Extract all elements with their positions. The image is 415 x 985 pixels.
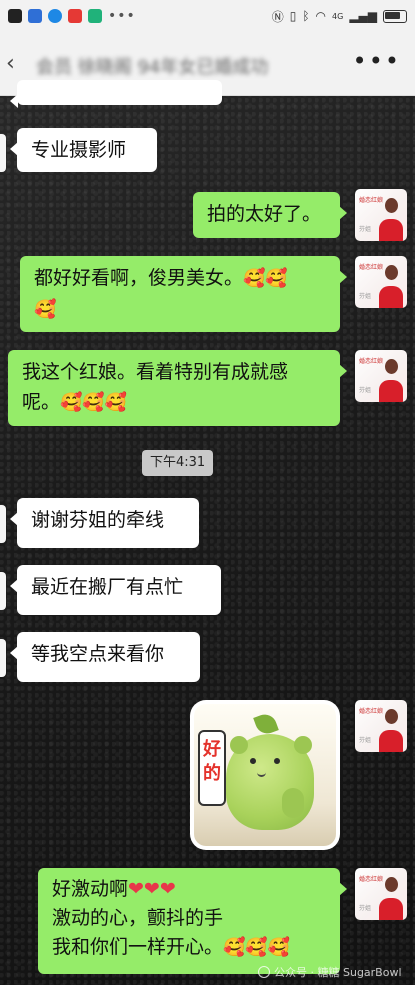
- status-left-icons: •••: [8, 8, 136, 24]
- more-button[interactable]: •••: [353, 47, 401, 75]
- message-emoji: 🥰: [34, 299, 57, 320]
- heart-emoji: ❤❤❤: [128, 878, 176, 900]
- avatar[interactable]: 婚恋红娘 芬姐: [355, 256, 407, 308]
- avatar-text: 婚恋红娘: [359, 264, 384, 271]
- avatar-text: 婚恋红娘: [359, 708, 384, 715]
- sticker-sign: 好的: [198, 730, 226, 806]
- notes-icon: [28, 9, 42, 23]
- message-bubble[interactable]: 拍的太好了。: [193, 192, 347, 238]
- wifi-icon: ◠: [315, 9, 327, 23]
- message-bubble[interactable]: 我这个红娘。看着特别有成就感 呢。🥰🥰🥰: [8, 350, 347, 426]
- timestamp: 下午4:31: [142, 450, 214, 476]
- chat-title: 会员 徐晓阁 94年女已婚成功: [36, 57, 269, 78]
- message-text: 激动的心，颤抖的手: [52, 907, 224, 929]
- message-bubble[interactable]: 等我空点来看你: [10, 632, 200, 682]
- avatar-stub: [0, 134, 6, 172]
- avatar-text: 婚恋红娘: [359, 197, 384, 204]
- avatar[interactable]: 婚恋红娘 芬姐: [355, 700, 407, 752]
- more-notifications-icon: •••: [108, 8, 136, 24]
- shield-app-icon: [88, 9, 102, 23]
- avatar[interactable]: 婚恋红娘 芬姐: [355, 868, 407, 920]
- avatar-stub: [0, 572, 6, 610]
- nfc-icon: Ⓝ: [271, 9, 284, 24]
- avatar-stub: [0, 505, 6, 543]
- network-type: 4G: [332, 11, 344, 21]
- message-bubble[interactable]: 最近在搬厂有点忙: [10, 565, 221, 615]
- message-bubble[interactable]: 专业摄影师: [10, 128, 157, 172]
- sticker-message[interactable]: 好的: [190, 700, 340, 850]
- message-emoji: 🥰🥰🥰: [60, 392, 128, 413]
- message-text: 等我空点来看你: [31, 643, 165, 665]
- avatar-name: 芬姐: [359, 387, 372, 394]
- message-text: 好激动啊: [52, 878, 129, 900]
- message-emoji: 🥰🥰🥰: [223, 937, 291, 958]
- avatar-name: 芬姐: [359, 905, 372, 912]
- bluetooth-icon: ᛒ: [302, 9, 310, 23]
- message-bubble[interactable]: 都好好看啊，俊男美女。🥰🥰 🥰: [20, 256, 347, 332]
- message-text: 我这个红娘。看着特别有成就感: [22, 361, 289, 383]
- red-app-icon: [68, 9, 82, 23]
- message-text: 谢谢芬姐的牵线: [31, 509, 165, 531]
- avatar[interactable]: 婚恋红娘 芬姐: [355, 350, 407, 402]
- avatar-name: 芬姐: [359, 737, 372, 744]
- status-bar: ••• Ⓝ ▯ ᛒ ◠ 4G ▂▄▆: [0, 0, 415, 32]
- partial-message-bubble[interactable]: [10, 80, 222, 108]
- message-text: 最近在搬厂有点忙: [31, 576, 184, 598]
- message-bubble[interactable]: 好激动啊❤❤❤ 激动的心，颤抖的手 我和你们一样开心。🥰🥰🥰: [38, 868, 347, 974]
- browser-icon: [48, 9, 62, 23]
- message-emoji: 🥰🥰: [243, 268, 288, 289]
- battery-icon: [383, 9, 407, 23]
- back-icon[interactable]: ‹: [6, 51, 15, 76]
- message-text: 拍的太好了。: [207, 203, 322, 225]
- vibrate-icon: ▯: [289, 9, 297, 23]
- avatar[interactable]: 婚恋红娘 芬姐: [355, 189, 407, 241]
- message-bubble[interactable]: 谢谢芬姐的牵线: [10, 498, 199, 548]
- avatar-name: 芬姐: [359, 226, 372, 233]
- avatar-stub: [0, 639, 6, 677]
- watermark-text: 公众号 · 糖糖 SugarBowl: [274, 966, 402, 979]
- wechat-official-icon: [258, 966, 270, 978]
- signal-icon: ▂▄▆: [349, 9, 377, 23]
- avatar-name: 芬姐: [359, 293, 372, 300]
- wechat-icon: [8, 9, 22, 23]
- message-text: 我和你们一样开心。: [52, 936, 224, 958]
- avatar-text: 婚恋红娘: [359, 358, 384, 365]
- message-text: 都好好看啊，俊男美女。: [34, 267, 244, 289]
- message-text: 专业摄影师: [31, 139, 127, 161]
- avatar-text: 婚恋红娘: [359, 876, 384, 883]
- message-text: 呢。: [22, 391, 61, 413]
- watermark: 公众号 · 糖糖 SugarBowl: [258, 964, 402, 980]
- status-right-icons: Ⓝ ▯ ᛒ ◠ 4G ▂▄▆: [272, 8, 407, 25]
